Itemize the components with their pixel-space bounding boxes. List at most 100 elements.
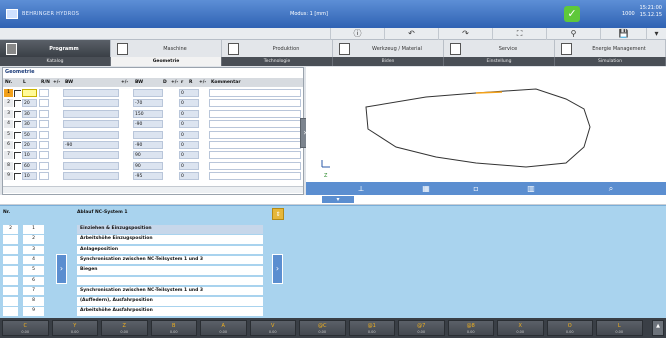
nav-maschine[interactable]: Maschine xyxy=(111,40,222,57)
radius-cell[interactable]: 0 xyxy=(179,151,199,160)
softkey-9[interactable]: @8 0.00 xyxy=(447,320,494,336)
nav-energie-management[interactable]: Energie Management xyxy=(555,40,666,57)
length-cell[interactable]: 10 xyxy=(22,151,37,160)
user-icon[interactable]: ⚲ xyxy=(546,28,600,40)
length-cell[interactable]: 60 xyxy=(22,161,37,170)
table-row[interactable]: 10 xyxy=(3,89,303,98)
softkey-5[interactable]: V 0.00 xyxy=(249,320,296,336)
radius-cell[interactable]: 0 xyxy=(179,141,199,149)
nc-row[interactable]: 7 Synchronisation zwischen NC-Teilsystem … xyxy=(0,286,666,297)
bw1-cell[interactable]: -90 xyxy=(63,141,119,149)
tab-technologie[interactable]: Technologie xyxy=(222,57,333,66)
horizontal-scrollbar[interactable] xyxy=(3,186,303,193)
network-icon[interactable]: ⛶ xyxy=(492,28,546,40)
nav-werkzeug-material[interactable]: Werkzeug / Material xyxy=(333,40,444,57)
bw2-cell[interactable]: 150 xyxy=(133,109,163,118)
nav-programm[interactable]: Programm xyxy=(0,40,111,57)
radius-cell[interactable]: 0 xyxy=(179,172,199,181)
softkey-10[interactable]: X 0.00 xyxy=(497,320,544,336)
bw2-cell[interactable]: -90 xyxy=(133,120,163,129)
undo-icon[interactable]: ↶ xyxy=(384,28,438,40)
nc-row[interactable]: 3 Anlageposition xyxy=(0,245,666,256)
bw1-cell[interactable] xyxy=(63,130,119,139)
table-row[interactable]: 3 30 150 0 xyxy=(3,109,303,119)
bw2-cell[interactable] xyxy=(133,89,163,97)
nc-row[interactable]: 8 (Auffedern), Ausfahrposition xyxy=(0,297,666,307)
bw2-cell[interactable]: 90 xyxy=(133,161,163,170)
comment-cell[interactable] xyxy=(209,120,301,129)
bw1-cell[interactable] xyxy=(63,109,119,118)
softkey-2[interactable]: Z 0.00 xyxy=(101,320,148,336)
rn-cell[interactable] xyxy=(39,109,49,118)
bw1-cell[interactable] xyxy=(63,120,119,129)
bw1-cell[interactable] xyxy=(63,99,119,108)
tab-geometrie[interactable]: Geometrie xyxy=(111,57,222,66)
nc-row[interactable]: 9 Arbeitshöhe Ausfahrposition xyxy=(0,307,666,317)
rn-cell[interactable] xyxy=(39,120,49,129)
bw1-cell[interactable] xyxy=(63,172,119,181)
rn-cell[interactable] xyxy=(39,151,49,160)
bw1-cell[interactable] xyxy=(63,161,119,170)
length-cell[interactable] xyxy=(22,89,37,97)
status-ok-icon[interactable]: ✓ xyxy=(564,6,580,22)
view-table-icon[interactable]: ▥ xyxy=(516,182,546,195)
table-row[interactable]: 8 60 90 0 xyxy=(3,161,303,171)
comment-cell[interactable] xyxy=(209,141,301,149)
view-iso-icon[interactable]: ⟂ xyxy=(346,182,376,195)
nc-row[interactable]: 4 Synchronisation zwischen NC-Teilsystem … xyxy=(0,255,666,266)
radius-cell[interactable]: 0 xyxy=(179,109,199,118)
tab-simulation[interactable]: Simulation xyxy=(555,57,666,66)
menu-icon[interactable]: ▾ xyxy=(646,28,666,40)
save-icon[interactable]: 💾 xyxy=(600,28,646,40)
length-cell[interactable]: 30 xyxy=(22,120,37,129)
radius-cell[interactable]: 0 xyxy=(179,130,199,139)
part-view[interactable]: Z xyxy=(306,67,666,185)
rn-cell[interactable] xyxy=(39,141,49,149)
table-row[interactable]: 5 50 0 xyxy=(3,130,303,140)
scroll-up-icon[interactable]: ▲ xyxy=(652,320,664,336)
softkey-4[interactable]: A 0.00 xyxy=(200,320,247,336)
softkey-0[interactable]: C 0.00 xyxy=(2,320,49,336)
comment-cell[interactable] xyxy=(209,161,301,170)
bw2-cell[interactable]: -70 xyxy=(133,99,163,108)
comment-cell[interactable] xyxy=(209,130,301,139)
softkey-7[interactable]: @1 0.00 xyxy=(348,320,395,336)
table-row[interactable]: 6 20 -90 -90 0 xyxy=(3,141,303,150)
rn-cell[interactable] xyxy=(39,99,49,108)
table-row[interactable]: 9 10 -95 0 xyxy=(3,172,303,181)
length-cell[interactable]: 10 xyxy=(22,172,37,181)
move-up-down-icon[interactable]: ⇕ xyxy=(272,208,284,220)
bw1-cell[interactable] xyxy=(63,151,119,160)
table-row[interactable]: 2 20 -70 0 xyxy=(3,99,303,108)
comment-cell[interactable] xyxy=(209,109,301,118)
length-cell[interactable]: 20 xyxy=(22,99,37,108)
view-measure-icon[interactable]: ⌕ xyxy=(596,182,626,195)
radius-cell[interactable]: 0 xyxy=(179,120,199,129)
softkey-3[interactable]: B 0.00 xyxy=(150,320,197,336)
nc-row[interactable]: 5 Biegen xyxy=(0,266,666,276)
softkey-8[interactable]: @7 0.00 xyxy=(398,320,445,336)
comment-cell[interactable] xyxy=(209,151,301,160)
comment-cell[interactable] xyxy=(209,99,301,108)
bw2-cell[interactable]: -95 xyxy=(133,172,163,181)
comment-cell[interactable] xyxy=(209,89,301,97)
tab-katalog[interactable]: Katalog xyxy=(0,57,111,66)
tab-biden[interactable]: Biden xyxy=(333,57,444,66)
nc-left-arrow-icon[interactable]: › xyxy=(56,254,67,284)
nc-row[interactable]: 2 1 Einziehen & Einzugsposition xyxy=(0,225,666,235)
radius-cell[interactable]: 0 xyxy=(179,89,199,97)
rn-cell[interactable] xyxy=(39,172,49,181)
bw2-cell[interactable]: -90 xyxy=(133,141,163,149)
bw1-cell[interactable] xyxy=(63,89,119,97)
redo-icon[interactable]: ↷ xyxy=(438,28,492,40)
softkey-11[interactable]: O 0.00 xyxy=(546,320,593,336)
rn-cell[interactable] xyxy=(39,130,49,139)
nav-service[interactable]: Service xyxy=(444,40,555,57)
radius-cell[interactable]: 0 xyxy=(179,161,199,170)
nav-produktion[interactable]: Produktion xyxy=(222,40,333,57)
table-row[interactable]: 4 30 -90 0 xyxy=(3,120,303,129)
info-icon[interactable]: ⓘ xyxy=(330,28,384,40)
table-row[interactable]: 7 10 90 0 xyxy=(3,151,303,160)
nc-right-arrow-icon[interactable]: › xyxy=(272,254,283,284)
softkey-1[interactable]: Y 0.00 xyxy=(51,320,98,336)
